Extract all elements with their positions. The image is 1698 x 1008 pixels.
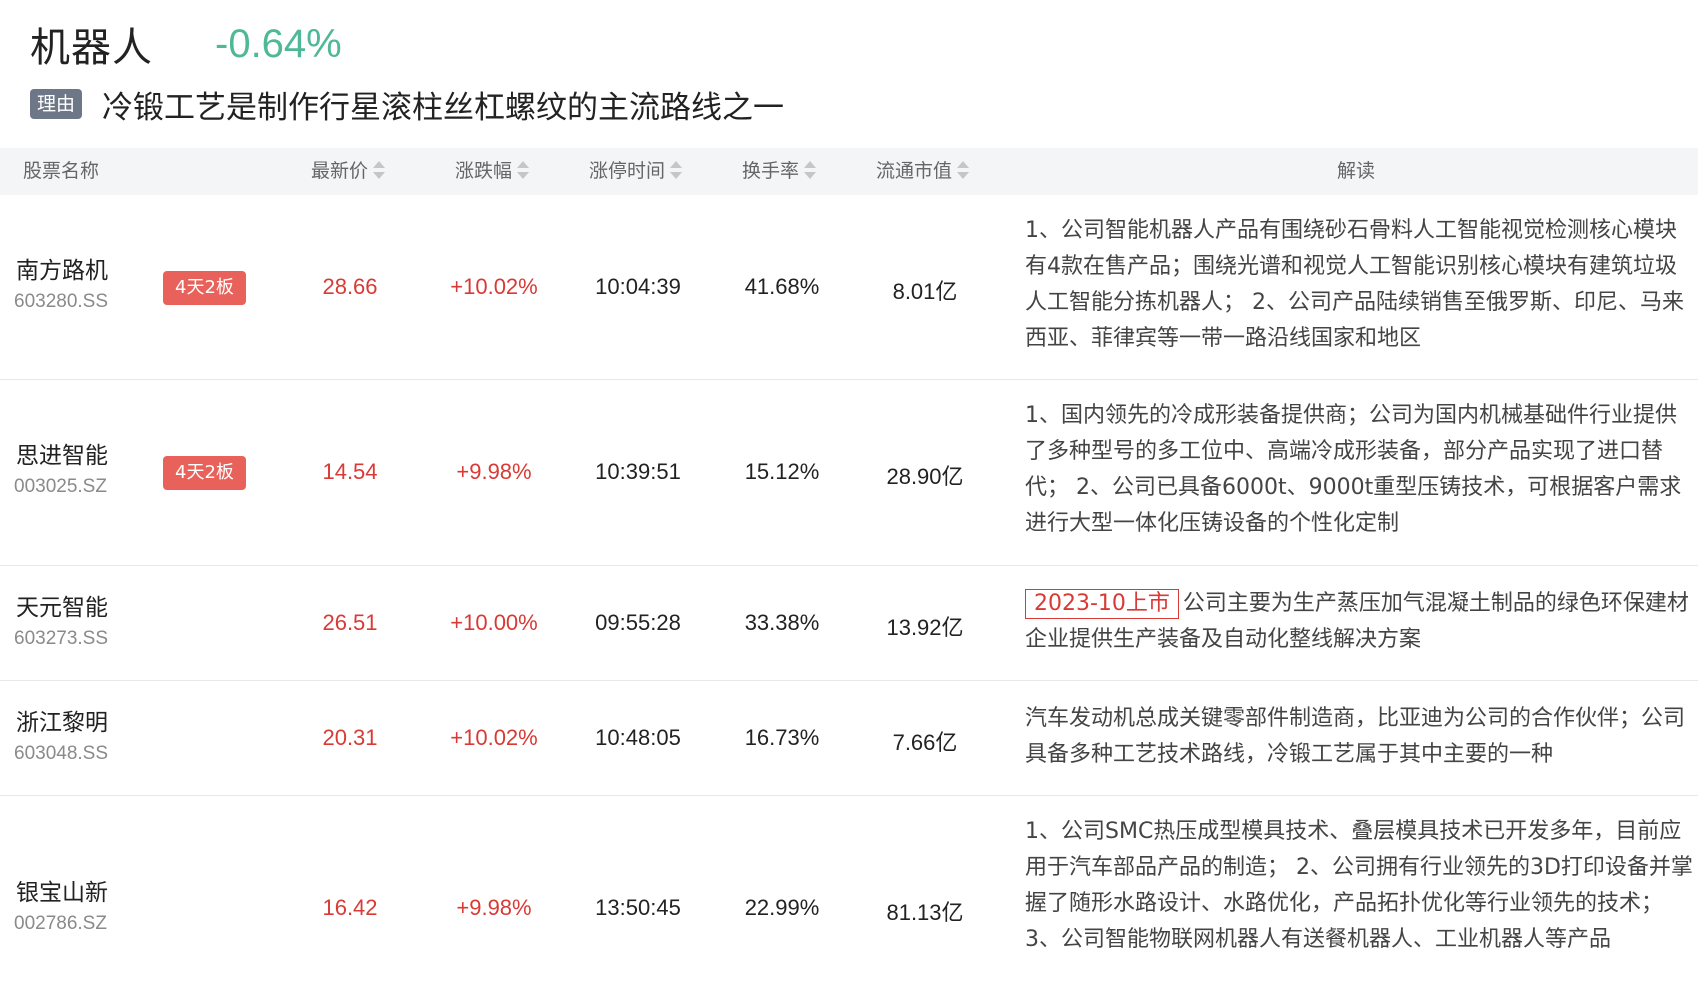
turnover: 33.38% <box>744 610 820 635</box>
stock-name[interactable]: 南方路机 <box>16 251 108 285</box>
table-row[interactable]: 天元智能 603273.SS 26.51 +10.00% 09:55:28 33… <box>0 566 1698 681</box>
stock-code: 603273.SS <box>14 628 109 649</box>
change-pct: +10.02% <box>450 274 538 299</box>
price: 20.31 <box>322 725 378 750</box>
column-header-change-label: 涨跌幅 <box>455 160 513 182</box>
price: 26.51 <box>322 610 378 635</box>
reason-text: 冷锻工艺是制作行星滚柱丝杠螺纹的主流路线之一 <box>102 89 785 126</box>
table-row[interactable]: 思进智能 003025.SZ 4天2板 14.54 +9.98% 10:39:5… <box>0 380 1698 566</box>
sort-icon[interactable] <box>956 159 970 181</box>
turnover: 16.73% <box>744 725 820 750</box>
stock-code: 603280.SS <box>14 291 109 312</box>
limit-time: 10:04:39 <box>595 274 681 299</box>
change-pct: +10.02% <box>450 725 538 750</box>
change-pct: +9.98% <box>456 459 532 484</box>
column-header-analysis-label: 解读 <box>1337 160 1376 182</box>
stock-table: 股票名称 最新价 涨跌幅 涨停时间 换手率 流通市值 解读 南方路机 60328… <box>0 148 1698 1008</box>
float-cap: 8.01亿 <box>892 279 958 304</box>
column-header-turnover[interactable]: 换手率 <box>742 148 817 195</box>
limit-up-badge: 4天2板 <box>163 456 246 490</box>
reason-tag: 理由 <box>30 89 83 119</box>
analysis-text: 1、公司智能机器人产品有围绕砂石骨料人工智能视觉检测核心模块有4款在售产品；围绕… <box>1025 218 1684 351</box>
analysis-text: 1、国内领先的冷成形装备提供商；公司为国内机械基础件行业提供了多种型号的多工位中… <box>1025 403 1682 536</box>
sort-icon[interactable] <box>803 159 817 181</box>
analysis-text: 1、公司SMC热压成型模具技术、叠层模具技术已开发多年，目前应用于汽车部品产品的… <box>1025 819 1693 952</box>
float-cap: 7.66亿 <box>892 730 958 755</box>
stock-code: 002786.SZ <box>14 913 107 934</box>
turnover: 22.99% <box>744 895 820 920</box>
reason-row: 理由 冷锻工艺是制作行星滚柱丝杠螺纹的主流路线之一 <box>30 82 784 126</box>
analysis-text: 汽车发动机总成关键零部件制造商，比亚迪为公司的合作伙伴；公司具备多种工艺技术路线… <box>1025 706 1686 767</box>
change-pct: +10.00% <box>450 610 538 635</box>
table-header: 股票名称 最新价 涨跌幅 涨停时间 换手率 流通市值 解读 <box>0 148 1698 195</box>
sector-header: 机器人 -0.64% <box>30 14 342 74</box>
column-header-float-cap-label: 流通市值 <box>876 160 953 182</box>
price: 28.66 <box>322 274 378 299</box>
limit-time: 09:55:28 <box>595 610 681 635</box>
listing-date-tag: 2023-10上市 <box>1025 589 1179 619</box>
sort-icon[interactable] <box>372 159 386 181</box>
column-header-turnover-label: 换手率 <box>742 160 800 182</box>
column-header-limit-time[interactable]: 涨停时间 <box>589 148 683 195</box>
stock-code: 003025.SZ <box>14 476 107 497</box>
table-row[interactable]: 南方路机 603280.SS 4天2板 28.66 +10.02% 10:04:… <box>0 195 1698 380</box>
stock-name[interactable]: 天元智能 <box>16 588 108 622</box>
table-row[interactable]: 浙江黎明 603048.SS 20.31 +10.02% 10:48:05 16… <box>0 681 1698 796</box>
stock-code: 603048.SS <box>14 743 109 764</box>
table-row[interactable]: 银宝山新 002786.SZ 16.42 +9.98% 13:50:45 22.… <box>0 796 1698 1008</box>
stock-name[interactable]: 银宝山新 <box>16 873 108 907</box>
column-header-float-cap[interactable]: 流通市值 <box>876 148 970 195</box>
limit-time: 10:48:05 <box>595 725 681 750</box>
turnover: 15.12% <box>744 459 820 484</box>
turnover: 41.68% <box>744 274 820 299</box>
sort-icon[interactable] <box>669 159 683 181</box>
stock-name[interactable]: 浙江黎明 <box>16 703 108 737</box>
float-cap: 81.13亿 <box>886 900 964 925</box>
analysis-block: 2023-10上市 公司主要为生产蒸压加气混凝土制品的绿色环保建材企业提供生产装备… <box>1025 586 1697 658</box>
float-cap: 28.90亿 <box>886 464 964 489</box>
column-header-limit-time-label: 涨停时间 <box>589 160 666 182</box>
column-header-name: 股票名称 <box>23 148 99 195</box>
sort-icon[interactable] <box>516 159 530 181</box>
column-header-analysis: 解读 <box>1337 148 1375 195</box>
stock-name[interactable]: 思进智能 <box>16 436 108 470</box>
sector-change: -0.64% <box>215 21 342 66</box>
float-cap: 13.92亿 <box>886 615 964 640</box>
limit-time: 10:39:51 <box>595 459 681 484</box>
limit-up-badge: 4天2板 <box>163 271 246 305</box>
price: 14.54 <box>322 459 378 484</box>
limit-time: 13:50:45 <box>595 895 681 920</box>
column-header-name-label: 股票名称 <box>23 160 100 182</box>
column-header-price-label: 最新价 <box>311 160 369 182</box>
sector-title: 机器人 <box>30 25 153 71</box>
column-header-change[interactable]: 涨跌幅 <box>455 148 530 195</box>
price: 16.42 <box>322 895 378 920</box>
column-header-price[interactable]: 最新价 <box>311 148 386 195</box>
change-pct: +9.98% <box>456 895 532 920</box>
